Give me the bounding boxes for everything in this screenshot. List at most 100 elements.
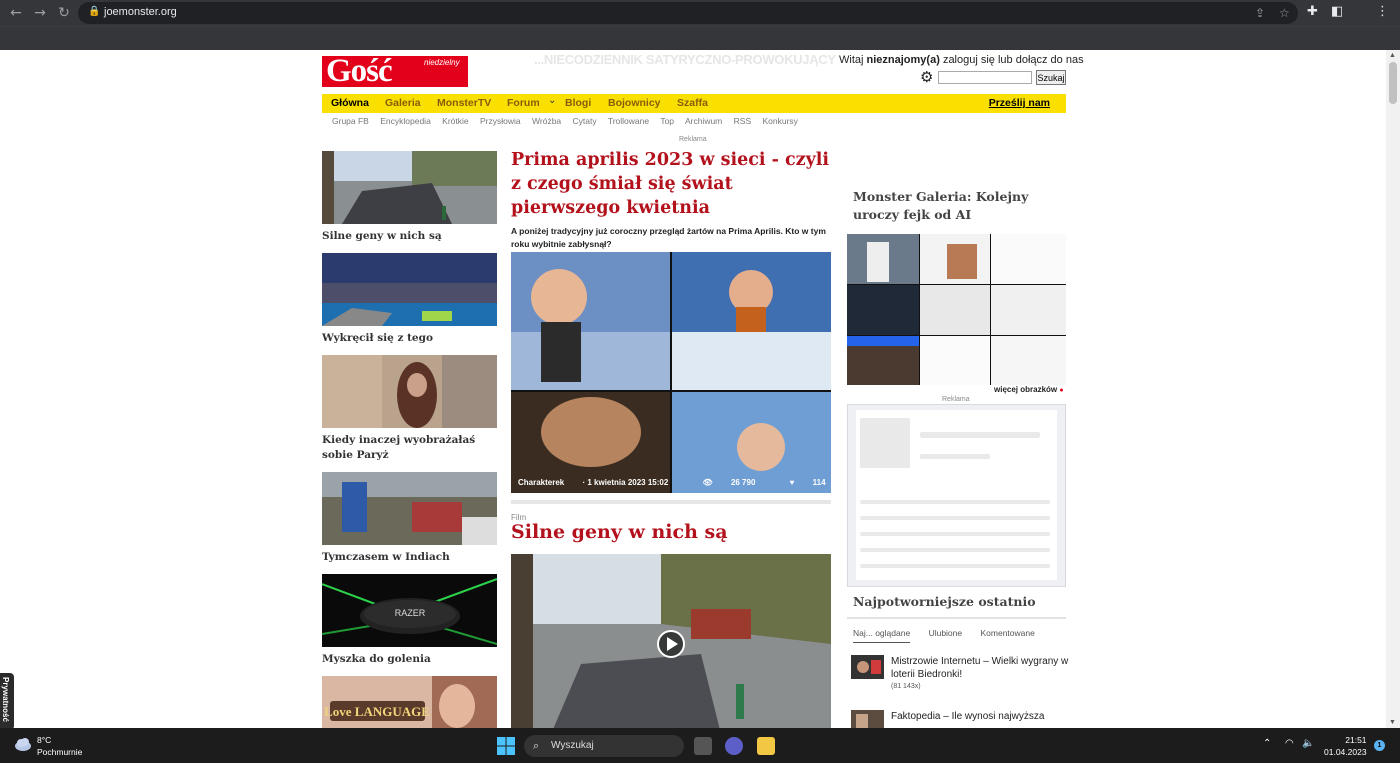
side-panel-icon[interactable]: ◧ xyxy=(1331,4,1343,19)
nav-item-galeria[interactable]: Galeria xyxy=(385,97,421,109)
page-scrollbar[interactable]: ▲ ▼ xyxy=(1386,50,1400,728)
left-item-title[interactable]: Wykręcił się z tego xyxy=(322,331,497,346)
article-headline[interactable]: Prima aprilis 2023 w sieci - czyli z cze… xyxy=(511,148,831,220)
volume-icon[interactable]: 🔈 xyxy=(1302,738,1314,749)
site-logo[interactable]: Gość niedzielny xyxy=(322,53,468,89)
gallery-title[interactable]: Monster Galeria: Kolejny uroczy fejk od … xyxy=(853,188,1068,224)
notification-badge[interactable]: 1 xyxy=(1374,740,1385,751)
popular-thumbnail[interactable] xyxy=(851,710,884,728)
popular-item-title[interactable]: Mistrzowie Internetu – Wielki wygrany w … xyxy=(891,655,1071,681)
scroll-up-icon[interactable]: ▲ xyxy=(1389,52,1396,59)
system-clock[interactable]: 21:51 01.04.2023 xyxy=(1324,734,1367,758)
subnav-item[interactable]: RSS xyxy=(734,116,751,126)
popular-thumbnail[interactable] xyxy=(851,655,884,679)
search-input[interactable] xyxy=(938,71,1032,84)
teams-chat-icon[interactable] xyxy=(725,737,743,755)
popular-item-title[interactable]: Faktopedia – Ile wynosi najwyższa xyxy=(891,710,1071,723)
login-prefix: Witaj xyxy=(839,54,864,66)
subnav-item[interactable]: Grupa FB xyxy=(332,116,369,126)
subnav-item[interactable]: Encyklopedia xyxy=(380,116,431,126)
thumbnail-image[interactable] xyxy=(322,472,497,545)
author-name[interactable]: Charakterek xyxy=(518,478,564,487)
forward-icon[interactable]: → xyxy=(31,4,49,22)
search-icon: ⌕ xyxy=(533,739,540,752)
thumbnail-image[interactable]: RAZER xyxy=(322,574,497,647)
gallery-collage xyxy=(847,234,1066,385)
left-list-item[interactable]: Wykręcił się z tego xyxy=(322,253,497,346)
lock-icon: 🔒 xyxy=(88,6,101,17)
article-date: 1 kwietnia 2023 15:02 xyxy=(587,478,669,487)
subnav-item[interactable]: Top xyxy=(660,116,674,126)
overlay-text: Love LANGUAGE xyxy=(324,704,430,719)
send-us-link[interactable]: Prześlij nam xyxy=(989,97,1050,109)
hero-image[interactable]: Charakterek · 1 kwietnia 2023 15:02 👁 26… xyxy=(511,252,831,493)
tab-most-viewed[interactable]: Naj... oglądane xyxy=(853,628,911,643)
subnav-item[interactable]: Archiwum xyxy=(685,116,722,126)
windows-start-icon[interactable] xyxy=(497,737,515,755)
scroll-down-icon[interactable]: ▼ xyxy=(1389,719,1396,726)
privacy-label[interactable]: Prywatność xyxy=(1,677,10,722)
scrollbar-thumb[interactable] xyxy=(1389,62,1397,104)
subnav-item[interactable]: Cytaty xyxy=(573,116,597,126)
subnav-item[interactable]: Przysłowia xyxy=(480,116,521,126)
task-view-icon[interactable] xyxy=(694,737,712,755)
login-username[interactable]: nieznajomy(a) xyxy=(867,54,940,66)
privacy-tab[interactable]: Prywatność xyxy=(0,673,14,728)
tab-commented[interactable]: Komentowane xyxy=(981,628,1035,638)
chevron-down-icon[interactable]: ⌄ xyxy=(548,95,556,106)
more-images-text[interactable]: więcej obrazków xyxy=(994,385,1057,394)
reload-icon[interactable]: ↻ xyxy=(55,4,73,22)
tab-favorites[interactable]: Ulubione xyxy=(929,628,963,638)
left-item-title[interactable]: Tymczasem w Indiach xyxy=(322,550,497,565)
chevron-up-icon[interactable]: ⌃ xyxy=(1263,738,1271,749)
wifi-icon[interactable]: ◠ xyxy=(1285,738,1294,749)
nav-item-monstertv[interactable]: MonsterTV xyxy=(437,97,491,109)
ad-banner[interactable] xyxy=(847,404,1066,587)
back-icon[interactable]: ← xyxy=(7,4,25,22)
video-player[interactable] xyxy=(511,554,831,728)
likes-count: ♥ 114 xyxy=(790,478,831,487)
subnav-item[interactable]: Trollowane xyxy=(608,116,649,126)
thumbnail-image[interactable]: Love LANGUAGE xyxy=(322,676,497,728)
left-list-item[interactable]: Love LANGUAGE xyxy=(322,676,497,728)
left-list-item[interactable]: Tymczasem w Indiach xyxy=(322,472,497,565)
main-content: Prima aprilis 2023 w sieci - czyli z cze… xyxy=(511,148,831,728)
article-headline-2[interactable]: Silne geny w nich są xyxy=(511,521,728,543)
gallery-image[interactable] xyxy=(847,234,1066,385)
left-item-title[interactable]: Silne geny w nich są xyxy=(322,229,497,244)
cloud-icon[interactable] xyxy=(14,737,32,751)
nav-item-szaffa[interactable]: Szaffa xyxy=(677,97,708,109)
bookmark-star-icon[interactable]: ☆ xyxy=(1279,6,1290,20)
weather-widget[interactable]: 8°C Pochmurnie xyxy=(37,734,82,758)
thumbnail-image[interactable] xyxy=(322,355,497,428)
subnav-item[interactable]: Krótkie xyxy=(442,116,468,126)
nav-item-bojownicy[interactable]: Bojownicy xyxy=(608,97,661,109)
address-bar[interactable]: 🔒 joemonster.org ⇪ ☆ xyxy=(78,2,1298,24)
settings-gear-icon[interactable]: ⚙ xyxy=(920,69,933,85)
subnav-item[interactable]: Konkursy xyxy=(763,116,798,126)
taskbar-search[interactable]: ⌕ Wyszukaj xyxy=(524,735,684,757)
nav-item-forum[interactable]: Forum xyxy=(507,97,540,109)
menu-icon[interactable]: ⋮ xyxy=(1376,4,1389,19)
nav-item-blogi[interactable]: Blogi xyxy=(565,97,591,109)
nav-item-glowna[interactable]: Główna xyxy=(331,97,369,109)
login-link[interactable]: zaloguj się lub dołącz do nas xyxy=(943,54,1084,66)
thumbnail-image[interactable] xyxy=(322,253,497,326)
left-item-title[interactable]: Kiedy inaczej wyobrażałaś sobie Paryż xyxy=(322,433,497,462)
left-list-item[interactable]: Silne geny w nich są xyxy=(322,151,497,244)
left-item-title[interactable]: Myszka do golenia xyxy=(322,652,497,667)
thumbnail-image[interactable] xyxy=(322,151,497,224)
hero-collage xyxy=(511,252,831,493)
share-icon[interactable]: ⇪ xyxy=(1255,6,1265,20)
file-explorer-icon[interactable] xyxy=(757,737,775,755)
extensions-icon[interactable]: ✚ xyxy=(1307,4,1318,19)
more-images-link[interactable]: więcej obrazków ● xyxy=(994,385,1064,394)
login-bar: Witaj nieznajomy(a) zaloguj się lub dołą… xyxy=(839,54,1084,66)
search-button[interactable]: Szukaj xyxy=(1036,70,1066,85)
ad-placeholder xyxy=(920,454,990,459)
subnav-item[interactable]: Wróżba xyxy=(532,116,561,126)
left-list-item[interactable]: Kiedy inaczej wyobrażałaś sobie Paryż xyxy=(322,355,497,462)
ad-placeholder xyxy=(860,516,1050,520)
left-list-item[interactable]: RAZER Myszka do golenia xyxy=(322,574,497,667)
article-author[interactable]: Charakterek · 1 kwietnia 2023 15:02 xyxy=(518,478,684,487)
